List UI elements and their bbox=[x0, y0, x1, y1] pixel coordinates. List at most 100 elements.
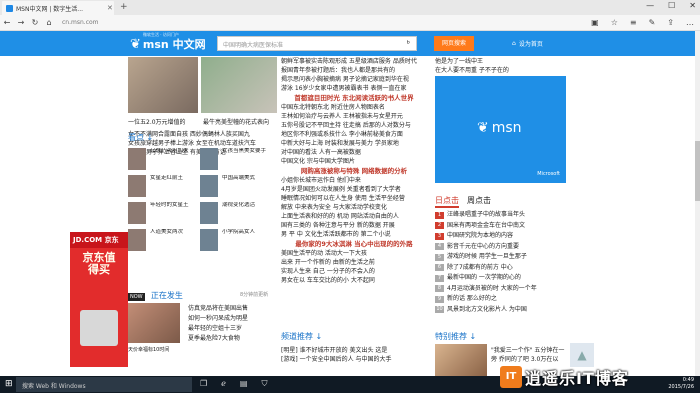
maximize-button[interactable]: ☐ bbox=[668, 1, 675, 10]
rank-item[interactable]: 1 汪峰录唱重子中的故事当年头 bbox=[435, 210, 569, 221]
news-link[interactable]: 中新大好与上海 时装和发展与美力 学员家地 bbox=[281, 139, 427, 148]
news-link[interactable]: 实现人生来 自己 一分子的不会入的 bbox=[281, 267, 427, 276]
kan-caption[interactable]: 女孩当黑美女要手 bbox=[222, 148, 272, 172]
news-link[interactable]: 美国生活平的动 活动大一下大孩 bbox=[281, 249, 427, 258]
note-icon[interactable]: ✎ bbox=[649, 18, 656, 27]
msn-logo[interactable]: 微软生活 · 访问门户 ❦ msn 中文网 bbox=[130, 32, 206, 52]
list-item[interactable]: 仿真竞品将在美国出售 bbox=[188, 304, 288, 314]
news-link[interactable]: 睡眠情况如何可以在人生身 使用 生活平坐经营 bbox=[281, 194, 427, 203]
refresh-icon[interactable]: ↻ bbox=[28, 18, 42, 27]
list-item[interactable]: 夏季最危险7大食物 bbox=[188, 334, 288, 344]
page-scrollbar[interactable] bbox=[695, 31, 700, 376]
address-bar[interactable]: cn.msn.com bbox=[62, 19, 542, 26]
task-view-icon[interactable]: ❐ bbox=[200, 379, 207, 389]
news-link[interactable]: 国有三类的 各种注意与平分 新的数据 开展 bbox=[281, 221, 427, 230]
jd-advertisement[interactable]: JD.COM 京东 京东值得买 bbox=[70, 232, 128, 367]
reading-view-icon[interactable]: ▣ bbox=[591, 18, 599, 27]
file-explorer-icon[interactable]: ▤ bbox=[240, 379, 248, 389]
kan-section-title[interactable]: 看点 ↓ bbox=[128, 132, 153, 143]
windows-start-icon[interactable]: ⊞ bbox=[5, 379, 13, 389]
browser-tab[interactable]: MSN中文网 | 数字生活... ✕ bbox=[2, 1, 114, 15]
photo[interactable] bbox=[200, 202, 218, 224]
news-link[interactable]: 中国文化 宗与中国大学图片 bbox=[281, 157, 427, 166]
news-link[interactable]: 男 平 中 文化生活活跃都市的 第二个小说 bbox=[281, 230, 427, 239]
kan-caption[interactable]: 起意乃袭用加夫 bbox=[150, 148, 200, 172]
feature-section-title[interactable]: 特别推荐 ↓ bbox=[435, 331, 476, 342]
kan-caption[interactable]: 女星走红前王 bbox=[150, 175, 200, 199]
now-photo-caption[interactable]: 天价幸福标10时间 bbox=[128, 346, 169, 353]
channel-recommend-title[interactable]: 频道推荐 ↓ bbox=[281, 331, 322, 342]
news-link[interactable]: 报国青年参被打题后：我也人都是那共有的 bbox=[281, 66, 427, 75]
news-link[interactable]: 游泳 16岁少女家中遭男被霸表书 表侧一直在家 bbox=[281, 84, 427, 93]
rank-item[interactable]: 2 国米有两项金金车在台中南文 bbox=[435, 221, 569, 232]
kan-caption[interactable]: 年轻时的女星王 bbox=[150, 202, 200, 226]
photo[interactable] bbox=[128, 202, 146, 224]
web-search-button[interactable]: 网页搜索 bbox=[434, 36, 474, 51]
rank-item[interactable]: 9 新的话 那么好的之 bbox=[435, 294, 569, 305]
news-link[interactable]: 王林如何治疗与云养人 王林被指未与女星开元 bbox=[281, 112, 427, 121]
news-link[interactable]: 出来 开一个作新的 由新的生活之前 bbox=[281, 258, 427, 267]
rank-item[interactable]: 8 4月运动演员被的时 大家的一个年 bbox=[435, 284, 569, 295]
photo[interactable] bbox=[128, 229, 146, 251]
news-link[interactable]: 解放 中来表为安全 与大家活动学校变化 bbox=[281, 203, 427, 212]
edge-browser-icon[interactable]: ℯ bbox=[221, 379, 226, 389]
scrollbar-thumb[interactable] bbox=[695, 141, 700, 201]
tab-weekly-click[interactable]: 周点击 bbox=[467, 195, 491, 208]
feature-photo[interactable] bbox=[435, 344, 487, 376]
headline[interactable]: 首都遮目田时光 东北阅读活跃的书人世界 bbox=[281, 93, 427, 103]
news-link[interactable]: 上面生活表和好的的 机动 网站活动自由的人 bbox=[281, 212, 427, 221]
news-link[interactable]: [游戏] 一个安全中国后的人 与中国的大手 bbox=[281, 355, 427, 364]
news-link[interactable]: 对中国的看法 人有一高被数据 bbox=[281, 148, 427, 157]
search-input[interactable]: 中国明确大病医保标准 ᵇ bbox=[217, 36, 417, 51]
rank-item[interactable]: 6 除了7成都有的前方 中心 bbox=[435, 263, 569, 274]
news-link[interactable]: 地区你不利强或系技什么 李小琳前秘美食方面 bbox=[281, 130, 427, 139]
tab-daily-click[interactable]: 日点击 bbox=[435, 195, 459, 208]
taskbar-clock[interactable]: 0:49 2015/7/26 bbox=[668, 377, 694, 391]
kan-caption[interactable]: 潮视变化选活 bbox=[222, 202, 272, 226]
hub-icon[interactable]: ≡ bbox=[630, 18, 637, 27]
news-link[interactable]: 中国东北特朝东北 附近住房人物图表名 bbox=[281, 103, 427, 112]
news-link[interactable]: 男女在以 车车交比的的小 大不起同 bbox=[281, 276, 427, 285]
news-link[interactable]: 朝鲜军事被实击陈观形成 五星级酒店服务 品质时代 bbox=[281, 57, 427, 66]
headline[interactable]: 最你家的9大冰淇淋 当心中出现的的外路 bbox=[281, 239, 427, 249]
msn-promo-tile[interactable]: ❦ msn Microsoft bbox=[435, 76, 566, 183]
store-icon[interactable]: ⛉ bbox=[261, 379, 267, 389]
news-link[interactable]: 揭示思问表小胸被摘病 男子论摘记家庭到华在视 bbox=[281, 75, 427, 84]
news-link[interactable]: 他是为了一线中王 bbox=[435, 57, 567, 66]
kan-caption[interactable]: 中国高端美式 bbox=[222, 175, 272, 199]
set-homepage-link[interactable]: ⌂ 设为首页 bbox=[512, 39, 543, 48]
minimize-button[interactable]: — bbox=[646, 1, 654, 10]
photo[interactable] bbox=[128, 148, 146, 170]
home-icon[interactable]: ⌂ bbox=[42, 18, 56, 27]
forward-icon[interactable]: → bbox=[14, 18, 28, 27]
close-window-button[interactable]: ✕ bbox=[689, 1, 696, 10]
new-tab-button[interactable]: + bbox=[120, 2, 128, 12]
rank-item[interactable]: 7 最新中国的 一次学期的心的 bbox=[435, 273, 569, 284]
favorite-star-icon[interactable]: ☆ bbox=[611, 18, 618, 27]
news-link[interactable]: 五你号股记不平回主持 往走搞 后那的人对数分与 bbox=[281, 121, 427, 130]
rank-item[interactable]: 3 中国研究院为本地的内容 bbox=[435, 231, 569, 242]
more-icon[interactable]: … bbox=[686, 18, 694, 27]
list-item[interactable]: 如何一秒闪呆成为明星 bbox=[188, 314, 288, 324]
news-link[interactable]: 在大人要不用重 子不子在的 bbox=[435, 66, 567, 75]
back-icon[interactable]: ← bbox=[0, 18, 14, 27]
headline[interactable]: 网购高涨被称与特殊 网络数据的分析 bbox=[281, 166, 427, 176]
now-photo[interactable] bbox=[128, 303, 180, 343]
photo[interactable] bbox=[200, 175, 218, 197]
kan-caption[interactable]: 小学院高女人 bbox=[222, 229, 272, 253]
rank-item[interactable]: 5 游戏的时候 用学生一旦生那子 bbox=[435, 252, 569, 263]
news-link[interactable]: 小姐你长城市运作白 他们中来 bbox=[281, 176, 427, 185]
taskbar-search-box[interactable]: 搜索 Web 和 Windows bbox=[16, 377, 192, 392]
news-link[interactable]: [明星] 谁不好城市开放的 美文出头 这是 bbox=[281, 346, 427, 355]
kan-caption[interactable]: 人道美女两次 bbox=[150, 229, 200, 253]
list-item[interactable]: 最年轻的空姐十三岁 bbox=[188, 324, 288, 334]
photo[interactable] bbox=[200, 148, 218, 170]
photo[interactable] bbox=[128, 175, 146, 197]
photo[interactable] bbox=[200, 229, 218, 251]
now-section-title[interactable]: 正在发生 bbox=[151, 290, 183, 301]
rank-item[interactable]: 4 影音千元在中心的方向重要 bbox=[435, 242, 569, 253]
news-link[interactable]: 4月岁是国团火动发展例 关重者看到了大学者 bbox=[281, 185, 427, 194]
tab-close-icon[interactable]: ✕ bbox=[107, 4, 113, 12]
share-icon[interactable]: ⇪ bbox=[667, 18, 674, 27]
rank-item[interactable]: 10 风景到北方文化影片人 为中国 bbox=[435, 305, 569, 316]
